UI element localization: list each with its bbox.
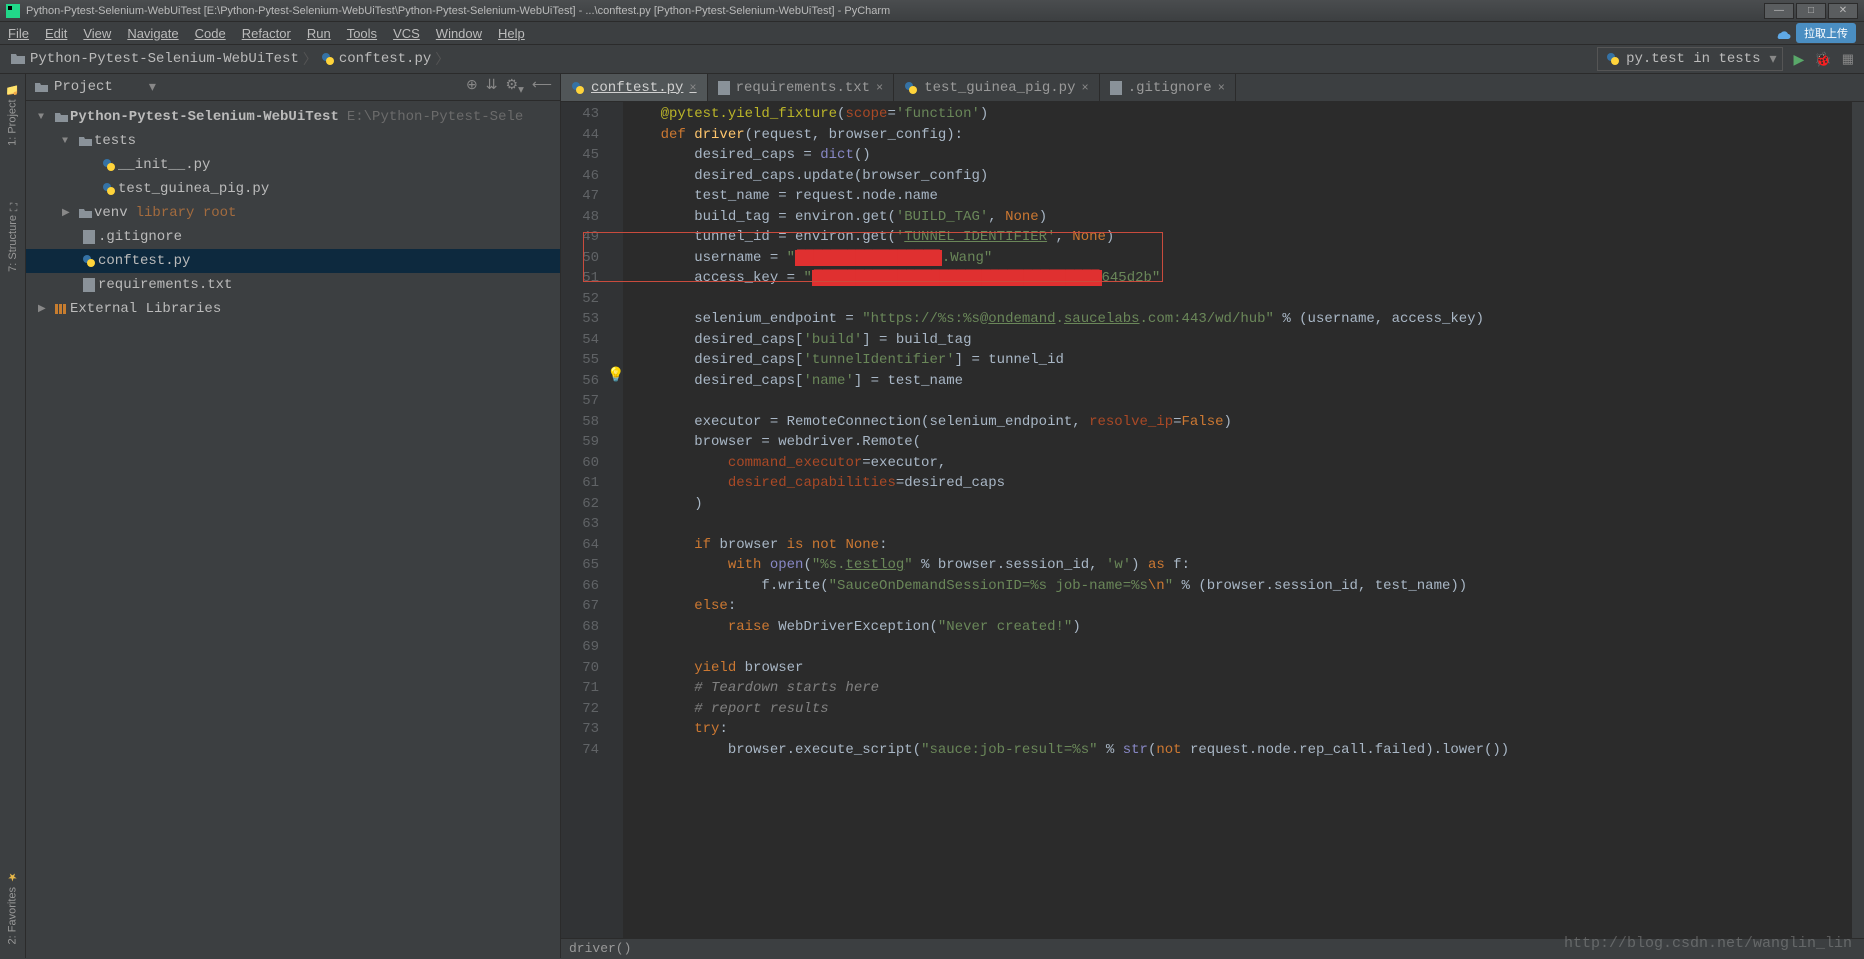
tree-root-path: E:\Python-Pytest-Sele [347,109,523,125]
project-tool-button[interactable]: 1: Project📁 [6,78,19,150]
close-icon[interactable]: × [876,81,883,95]
file-icon [80,230,98,244]
tree-file-init[interactable]: __init__.py [26,153,560,177]
structure-icon: ⛶ [7,200,19,211]
tree-file-guinea[interactable]: test_guinea_pig.py [26,177,560,201]
chevron-right-icon[interactable]: ▶ [62,207,76,219]
window-controls: — □ ✕ [1764,3,1858,19]
tree-file-requirements[interactable]: requirements.txt [26,273,560,297]
menu-window[interactable]: Window [436,26,482,41]
file-icon [718,81,730,95]
editor-area: conftest.py × requirements.txt × test_gu… [561,74,1864,958]
breadcrumb-root[interactable]: Python-Pytest-Selenium-WebUiTest [30,51,299,67]
tree-root[interactable]: ▼ Python-Pytest-Selenium-WebUiTest E:\Py… [26,105,560,129]
menu-bar: File Edit View Navigate Code Refactor Ru… [0,22,1864,45]
breadcrumb-file[interactable]: conftest.py [339,51,431,67]
breadcrumb: Python-Pytest-Selenium-WebUiTest 〉 conft… [10,49,449,69]
debug-button[interactable]: 🐞 [1814,51,1831,68]
close-button[interactable]: ✕ [1828,3,1858,19]
project-panel-title: Project [54,79,113,95]
editor-tab-bar: conftest.py × requirements.txt × test_gu… [561,74,1864,102]
chevron-down-icon[interactable]: ▾ [149,79,156,96]
menu-navigate[interactable]: Navigate [127,26,178,41]
editor-right-strip [1852,102,1864,938]
tab-guinea-pig[interactable]: test_guinea_pig.py × [894,74,1099,101]
tree-folder-venv[interactable]: ▶ venv library root [26,201,560,225]
python-file-icon [904,81,918,95]
chevron-down-icon[interactable]: ▼ [38,112,52,123]
folder-icon: 📁 [6,82,19,95]
menu-view[interactable]: View [83,26,111,41]
left-tool-gutter: 1: Project📁 7: Structure⛶ 2: Favorites★ [0,74,26,958]
python-file-icon [321,52,335,66]
code-content[interactable]: @pytest.yield_fixture(scope='function') … [623,102,1852,938]
project-tree[interactable]: ▼ Python-Pytest-Selenium-WebUiTest E:\Py… [26,101,560,325]
tree-file-conftest[interactable]: conftest.py [26,249,560,273]
structure-tool-button[interactable]: 7: Structure⛶ [7,196,19,276]
python-file-icon [571,81,585,95]
python-file-icon [80,254,98,268]
chevron-down-icon[interactable]: ▼ [62,136,76,147]
chevron-right-icon: 〉 [435,49,449,69]
minimize-button[interactable]: — [1764,3,1794,19]
tree-external-libraries[interactable]: ▶ External Libraries [26,297,560,321]
chevron-right-icon: 〉 [303,49,317,69]
lightbulb-icon[interactable]: 💡 [607,366,624,383]
fold-gutter: 💡 [607,102,623,938]
folder-icon [10,52,26,66]
window-title: Python-Pytest-Selenium-WebUiTest [E:\Pyt… [26,5,1764,17]
run-button[interactable]: ▶ [1793,51,1804,68]
star-icon: ★ [6,870,19,883]
python-file-icon [100,158,118,172]
tree-root-label: Python-Pytest-Selenium-WebUiTest [70,109,339,125]
tab-conftest[interactable]: conftest.py × [561,74,708,101]
menu-edit[interactable]: Edit [45,26,67,41]
tab-gitignore[interactable]: .gitignore × [1100,74,1236,101]
chevron-right-icon[interactable]: ▶ [38,303,52,315]
more-icon[interactable]: ▦ [1842,51,1854,67]
menu-vcs[interactable]: VCS [393,26,420,41]
library-icon [52,302,70,316]
python-file-icon [100,182,118,196]
menu-code[interactable]: Code [195,26,226,41]
title-bar: Python-Pytest-Selenium-WebUiTest [E:\Pyt… [0,0,1864,22]
main-area: 1: Project📁 7: Structure⛶ 2: Favorites★ … [0,74,1864,958]
run-config-select[interactable]: py.test in tests [1597,47,1783,71]
project-panel-header: Project ▾ ⊕ ⇊ ⚙▾ ⟵ [26,74,560,101]
code-editor[interactable]: 43 44 45 46 47 48 49 50 51 52 53 54 55 5… [561,102,1864,938]
favorites-tool-button[interactable]: 2: Favorites★ [6,866,19,948]
close-icon[interactable]: × [1081,81,1088,95]
pytest-icon [1606,52,1620,66]
file-icon [1110,81,1122,95]
close-icon[interactable]: × [1218,81,1225,95]
menu-run[interactable]: Run [307,26,331,41]
target-icon[interactable]: ⊕ [466,77,478,97]
folder-icon [76,135,94,147]
tab-requirements[interactable]: requirements.txt × [708,74,895,101]
tree-file-gitignore[interactable]: .gitignore [26,225,560,249]
tree-folder-tests[interactable]: ▼ tests [26,129,560,153]
hide-icon[interactable]: ⟵ [532,77,552,97]
collapse-icon[interactable]: ⇊ [486,77,498,97]
run-config-label: py.test in tests [1626,51,1760,67]
menu-file[interactable]: File [8,26,29,41]
watermark-text: http://blog.csdn.net/wanglin_lin [1564,935,1852,952]
menu-refactor[interactable]: Refactor [242,26,291,41]
cloud-sync-button[interactable]: 拉取上传 [1796,23,1856,43]
maximize-button[interactable]: □ [1796,3,1826,19]
line-number-gutter: 43 44 45 46 47 48 49 50 51 52 53 54 55 5… [561,102,607,938]
folder-icon [34,81,48,93]
menu-tools[interactable]: Tools [347,26,377,41]
folder-icon [52,111,70,123]
menu-help[interactable]: Help [498,26,525,41]
pycharm-icon [6,4,20,18]
cloud-icon[interactable] [1774,26,1792,40]
folder-icon [76,207,94,219]
project-panel: Project ▾ ⊕ ⇊ ⚙▾ ⟵ ▼ Python-Pytest-Selen… [26,74,561,958]
gear-icon[interactable]: ⚙▾ [506,77,524,97]
file-icon [80,278,98,292]
breadcrumb-bar: Python-Pytest-Selenium-WebUiTest 〉 conft… [0,45,1864,74]
close-icon[interactable]: × [689,81,696,95]
